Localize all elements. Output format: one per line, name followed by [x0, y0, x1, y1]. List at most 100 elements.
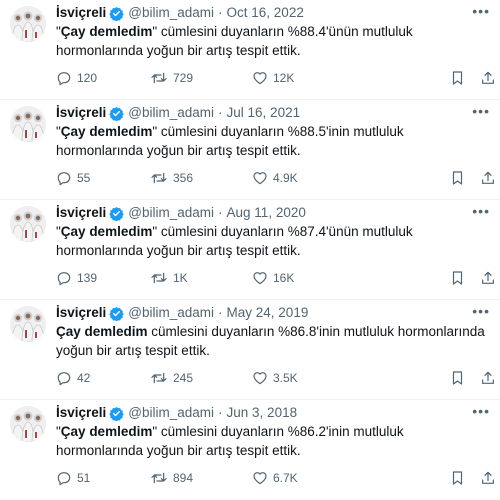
author-handle[interactable]: @bilim_adami [128, 204, 214, 222]
tweet[interactable]: İsviçreli @bilim_adami · Aug 11, 2020 ••… [0, 200, 500, 300]
tweet-text-bold: Çay demledim [60, 424, 153, 439]
share-button[interactable] [480, 170, 500, 186]
like-button[interactable]: 12K [252, 70, 294, 86]
author-name[interactable]: İsviçreli [56, 204, 106, 222]
reply-button[interactable]: 42 [56, 370, 90, 386]
tweet-actions: 120 729 12K [56, 70, 494, 88]
like-count: 6.7K [273, 471, 298, 485]
tweet-feed: İsviçreli @bilim_adami · Oct 16, 2022 ••… [0, 0, 500, 500]
tweet-header: İsviçreli @bilim_adami · May 24, 2019 [56, 304, 308, 322]
like-button[interactable]: 16K [252, 270, 294, 286]
tweet-text: "Çay demledim" cümlesini duyanların %87.… [56, 222, 488, 260]
share-icon [480, 470, 500, 486]
like-button[interactable]: 3.5K [252, 370, 298, 386]
share-button[interactable] [480, 70, 500, 86]
share-button[interactable] [480, 370, 500, 386]
retweet-icon [150, 470, 173, 486]
tweet-actions: 139 1K 16K [56, 270, 494, 288]
retweet-button[interactable]: 894 [150, 470, 193, 486]
bookmark-button[interactable] [450, 470, 470, 486]
heart-icon [252, 370, 273, 386]
separator: · [218, 5, 223, 20]
reply-button[interactable]: 55 [56, 170, 90, 186]
tweet-text: "Çay demledim" cümlesini duyanların %86.… [56, 422, 488, 460]
more-options-icon[interactable]: ••• [472, 304, 490, 318]
heart-icon [252, 270, 273, 286]
avatar[interactable] [10, 6, 46, 42]
tweet-text-bold: Çay demledim [56, 324, 148, 339]
author-handle[interactable]: @bilim_adami [128, 104, 214, 122]
reply-count: 51 [77, 471, 91, 485]
tweet[interactable]: İsviçreli @bilim_adami · Oct 16, 2022 ••… [0, 0, 500, 100]
share-button[interactable] [480, 470, 500, 486]
retweet-icon [150, 270, 173, 286]
tweet-text-bold: Çay demledim [60, 224, 153, 239]
author-name[interactable]: İsviçreli [56, 304, 106, 322]
retweet-button[interactable]: 1K [150, 270, 188, 286]
separator: · [218, 205, 223, 220]
bookmark-icon [450, 370, 470, 386]
more-options-icon[interactable]: ••• [472, 104, 490, 118]
tweet-date[interactable]: Aug 11, 2020 [227, 204, 306, 222]
verified-badge-icon [109, 306, 125, 321]
retweet-button[interactable]: 245 [150, 370, 193, 386]
separator: · [218, 105, 223, 120]
like-count: 12K [273, 71, 295, 85]
tweet[interactable]: İsviçreli @bilim_adami · Jul 16, 2021 ••… [0, 100, 500, 200]
retweet-icon [150, 170, 173, 186]
avatar[interactable] [10, 106, 46, 142]
author-handle[interactable]: @bilim_adami [128, 4, 214, 22]
tweet-date[interactable]: May 24, 2019 [227, 304, 309, 322]
tweet-date[interactable]: Jun 3, 2018 [227, 404, 298, 422]
reply-button[interactable]: 139 [56, 270, 97, 286]
tweet-date[interactable]: Oct 16, 2022 [227, 4, 304, 22]
more-options-icon[interactable]: ••• [472, 4, 490, 18]
tweet-text: "Çay demledim" cümlesini duyanların %88.… [56, 122, 488, 160]
bookmark-icon [450, 470, 470, 486]
reply-button[interactable]: 51 [56, 470, 90, 486]
tweet[interactable]: İsviçreli @bilim_adami · May 24, 2019 ••… [0, 300, 500, 400]
reply-button[interactable]: 120 [56, 70, 97, 86]
tweet[interactable]: İsviçreli @bilim_adami · Jun 3, 2018 •••… [0, 400, 500, 500]
separator: · [218, 405, 223, 420]
like-button[interactable]: 6.7K [252, 470, 298, 486]
like-count: 16K [273, 271, 295, 285]
reply-count: 42 [77, 371, 91, 385]
author-name[interactable]: İsviçreli [56, 4, 106, 22]
more-options-icon[interactable]: ••• [472, 204, 490, 218]
author-name[interactable]: İsviçreli [56, 404, 106, 422]
heart-icon [252, 170, 273, 186]
retweet-button[interactable]: 356 [150, 170, 193, 186]
like-count: 4.9K [273, 171, 298, 185]
tweet-actions: 51 894 6.7K [56, 470, 494, 488]
share-button[interactable] [480, 270, 500, 286]
author-name[interactable]: İsviçreli [56, 104, 106, 122]
like-count: 3.5K [273, 371, 298, 385]
bookmark-icon [450, 270, 470, 286]
tweet-text: "Çay demledim" cümlesini duyanların %88.… [56, 22, 488, 60]
bookmark-icon [450, 170, 470, 186]
reply-icon [56, 370, 77, 386]
bookmark-button[interactable] [450, 170, 470, 186]
separator: · [218, 305, 223, 320]
bookmark-button[interactable] [450, 270, 470, 286]
share-icon [480, 170, 500, 186]
verified-badge-icon [109, 106, 125, 121]
avatar[interactable] [10, 206, 46, 242]
heart-icon [252, 470, 273, 486]
tweet-header: İsviçreli @bilim_adami · Oct 16, 2022 [56, 4, 304, 22]
reply-icon [56, 70, 77, 86]
bookmark-button[interactable] [450, 370, 470, 386]
author-handle[interactable]: @bilim_adami [128, 404, 214, 422]
tweet-date[interactable]: Jul 16, 2021 [227, 104, 301, 122]
avatar[interactable] [10, 406, 46, 442]
tweet-actions: 42 245 3.5K [56, 370, 494, 388]
more-options-icon[interactable]: ••• [472, 404, 490, 418]
avatar[interactable] [10, 306, 46, 342]
author-handle[interactable]: @bilim_adami [128, 304, 214, 322]
bookmark-button[interactable] [450, 70, 470, 86]
verified-badge-icon [109, 206, 125, 221]
retweet-button[interactable]: 729 [150, 70, 193, 86]
like-button[interactable]: 4.9K [252, 170, 298, 186]
reply-count: 139 [77, 271, 98, 285]
